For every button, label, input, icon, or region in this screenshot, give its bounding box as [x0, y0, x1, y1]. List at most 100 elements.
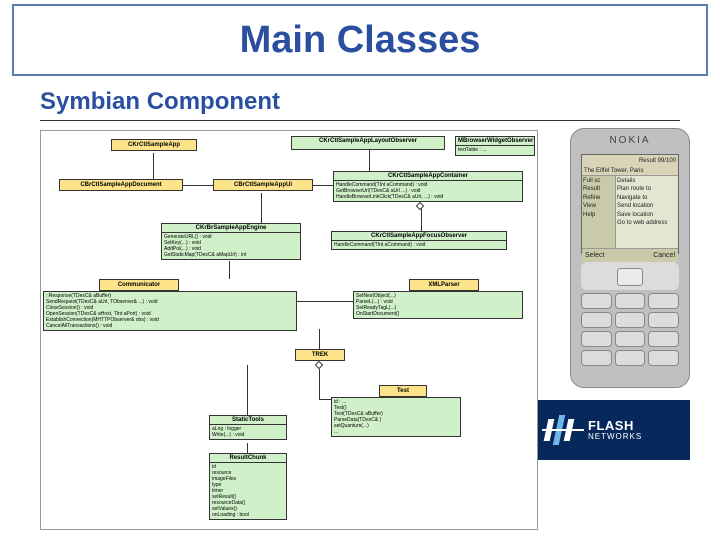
phone-mockup: NOKIA Result 99/100 The Eiffel Tower, Pa… — [570, 128, 690, 388]
logo-mark-icon — [546, 413, 580, 447]
class-engine-name: CKrBrSampleAppEngine — [162, 224, 300, 233]
class-test: id : ... Test() Test(TDesC& aBuffer) Par… — [331, 397, 461, 437]
logo-text: FLASH NETWORKS — [588, 419, 642, 441]
class-resultchunk-body: id resource imageFiles type timer setRes… — [210, 463, 286, 519]
connector — [247, 365, 248, 415]
menu-item[interactable]: Plan route to — [617, 185, 677, 193]
communicator-title: Communicator — [99, 279, 179, 291]
phone-dpad[interactable] — [581, 262, 679, 290]
slide-title: Main Classes — [240, 19, 481, 62]
phone-key[interactable] — [648, 312, 679, 328]
connector — [421, 207, 422, 231]
class-container-name: CKrCtlSampleAppContainer — [334, 172, 522, 181]
subtitle-underline — [40, 120, 680, 121]
connector — [261, 193, 262, 223]
phone-key[interactable] — [615, 350, 646, 366]
connector — [319, 369, 320, 399]
phone-key[interactable] — [581, 350, 612, 366]
flash-networks-logo: FLASH NETWORKS — [538, 400, 690, 460]
class-focus: CKrCtlSampleAppFocusObserver HandleComma… — [331, 231, 507, 250]
class-statictools-body: aLog : logger Write(...) : void — [210, 425, 286, 439]
phone-left-menu: Full sc Result Refine View Help — [582, 176, 616, 248]
class-test-body: id : ... Test() Test(TDesC& aBuffer) Par… — [332, 398, 460, 436]
phone-key[interactable] — [581, 331, 612, 347]
xmlparser-title: XMLParser — [409, 279, 479, 291]
class-layoutobserver-name: CKrCtlSampleAppLayoutObserver — [292, 137, 444, 145]
phone-key[interactable] — [648, 350, 679, 366]
class-trek-name: TREK — [312, 352, 328, 358]
class-document: CBrCtlSampleAppDocument — [59, 179, 183, 191]
connector — [247, 443, 248, 453]
class-resultchunk-name: ResultChunk — [210, 454, 286, 463]
connector — [297, 301, 353, 302]
menu-item[interactable]: Help — [583, 211, 614, 219]
class-statictools-name: StaticTools — [210, 416, 286, 425]
connector — [121, 179, 153, 180]
connector — [319, 399, 331, 400]
class-appui-name: CBrCtlSampleAppUi — [234, 182, 292, 188]
menu-item[interactable]: Send location — [617, 202, 677, 210]
phone-screen: Result 99/100 The Eiffel Tower, Paris Fu… — [581, 154, 679, 254]
class-communicator: ::Response(TDesC& aBuffer) SendRequest(T… — [43, 291, 297, 331]
logo-line2: NETWORKS — [588, 433, 642, 441]
aggregation-diamond — [315, 361, 323, 369]
aggregation-diamond — [416, 202, 424, 210]
class-appui: CBrCtlSampleAppUi — [213, 179, 313, 191]
connector — [229, 261, 230, 279]
phone-keypad — [581, 262, 679, 382]
class-widgetobserver-body: textTable : ... — [456, 146, 534, 154]
phone-right-menu: Details Plan route to Navigate to Send l… — [616, 176, 678, 248]
softkey-right[interactable]: Cancel — [653, 252, 675, 259]
class-xmlparser-body: SetNextObject(...) ParseL(...) : void Se… — [354, 292, 522, 318]
phone-softkeys: Select Cancel — [582, 248, 678, 262]
status-right: Result 99/100 — [639, 158, 676, 164]
class-widgetobserver: MBrowserWidgetObserver textTable : ... — [455, 136, 535, 156]
test-title: Test — [379, 385, 427, 397]
menu-item[interactable]: Full sc — [583, 177, 614, 185]
class-container-body: HandleCommand(TInt aCommand) : void GetB… — [334, 181, 522, 201]
class-engine-body: GenerateURL() : void SetKey(...) : void … — [162, 233, 300, 259]
phone-key[interactable] — [648, 293, 679, 309]
menu-item[interactable]: Result — [583, 185, 614, 193]
section-subtitle: Symbian Component — [40, 88, 280, 116]
phone-key[interactable] — [648, 331, 679, 347]
phone-key[interactable] — [615, 312, 646, 328]
softkey-left[interactable]: Select — [585, 252, 604, 259]
phone-brand: NOKIA — [571, 135, 689, 146]
phone-key[interactable] — [581, 293, 612, 309]
phone-screen-statusbar: Result 99/100 — [582, 155, 678, 167]
class-trek: TREK — [295, 349, 345, 361]
class-communicator-body: ::Response(TDesC& aBuffer) SendRequest(T… — [44, 292, 296, 330]
class-layoutobserver: CKrCtlSampleAppLayoutObserver — [291, 136, 445, 150]
phone-key[interactable] — [615, 293, 646, 309]
menu-item[interactable]: View — [583, 202, 614, 210]
class-xmlparser: SetNextObject(...) ParseL(...) : void Se… — [353, 291, 523, 319]
class-resultchunk: ResultChunk id resource imageFiles type … — [209, 453, 287, 520]
class-container: CKrCtlSampleAppContainer HandleCommand(T… — [333, 171, 523, 202]
menu-item[interactable]: Refine — [583, 194, 614, 202]
connector — [319, 329, 320, 349]
test-title-text: Test — [397, 388, 409, 394]
connector — [183, 185, 213, 186]
xmlparser-title-text: XMLParser — [428, 282, 459, 288]
class-focus-body: HandleCommand(TInt aCommand) : void — [332, 241, 506, 249]
class-app: CKrCtlSampleApp — [111, 139, 197, 151]
menu-item[interactable]: Navigate to — [617, 194, 677, 202]
class-document-name: CBrCtlSampleAppDocument — [80, 182, 161, 188]
menu-item[interactable]: Details — [617, 177, 677, 185]
connector — [153, 153, 154, 179]
logo-line1: FLASH — [588, 419, 642, 433]
phone-key[interactable] — [615, 331, 646, 347]
class-engine: CKrBrSampleAppEngine GenerateURL() : voi… — [161, 223, 301, 260]
slide-title-box: Main Classes — [12, 4, 708, 76]
phone-key[interactable] — [581, 312, 612, 328]
menu-item[interactable]: Save location — [617, 211, 677, 219]
uml-diagram: CKrCtlSampleApp CKrCtlSampleAppLayoutObs… — [40, 130, 538, 530]
communicator-title-text: Communicator — [118, 282, 160, 288]
connector — [369, 150, 370, 172]
class-statictools: StaticTools aLog : logger Write(...) : v… — [209, 415, 287, 440]
menu-item[interactable]: Go to web address — [617, 219, 677, 227]
connector — [313, 185, 333, 186]
screen-caption: The Eiffel Tower, Paris — [582, 167, 678, 176]
class-widgetobserver-name: MBrowserWidgetObserver — [456, 137, 534, 146]
